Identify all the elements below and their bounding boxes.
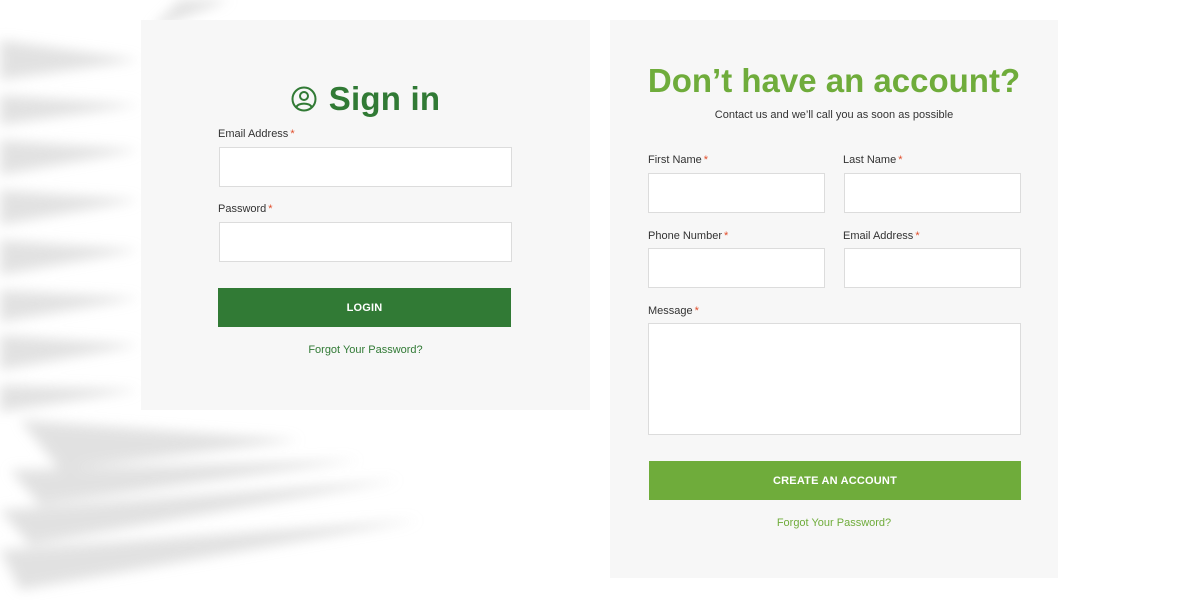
register-email-input[interactable]: [844, 248, 1021, 288]
required-marker: *: [703, 154, 709, 166]
signin-heading: Sign in: [141, 80, 590, 118]
register-title: Don’t have an account?: [647, 62, 1021, 99]
signin-forgot-password-link[interactable]: Forgot Your Password?: [141, 344, 590, 356]
phone-number-input[interactable]: [648, 248, 825, 288]
signin-email-input[interactable]: [219, 147, 512, 187]
required-marker: *: [898, 154, 903, 166]
register-email-label: Email Address *: [843, 230, 920, 242]
signin-password-label: Password *: [218, 203, 273, 215]
message-label: Message *: [648, 305, 699, 317]
required-marker: *: [724, 230, 729, 242]
signin-panel: Sign in Email Address * Password * LOGIN F…: [141, 20, 590, 410]
signin-email-label: Email Address *: [218, 128, 295, 140]
create-account-button[interactable]: CREATE AN ACCOUNT: [649, 461, 1021, 500]
first-name-input[interactable]: [648, 173, 825, 213]
last-name-input[interactable]: [844, 173, 1021, 213]
last-name-label: Last Name *: [843, 154, 903, 166]
required-marker: *: [268, 203, 273, 215]
register-panel: Don’t have an account? Contact us and we…: [610, 20, 1058, 578]
signin-title: Sign in: [328, 80, 441, 117]
required-marker: *: [915, 230, 920, 242]
message-textarea[interactable]: [648, 323, 1021, 435]
register-subtitle: Contact us and we’ll call you as soon as…: [714, 109, 954, 121]
register-forgot-password-link[interactable]: Forgot Your Password?: [610, 517, 1058, 529]
required-marker: *: [694, 305, 699, 317]
user-circle-icon: [291, 86, 317, 112]
required-marker: *: [290, 128, 295, 140]
signin-password-input[interactable]: [219, 222, 512, 262]
phone-number-label: Phone Number *: [648, 230, 729, 242]
first-name-label: First Name *: [648, 154, 709, 166]
login-button[interactable]: LOGIN: [218, 288, 511, 327]
